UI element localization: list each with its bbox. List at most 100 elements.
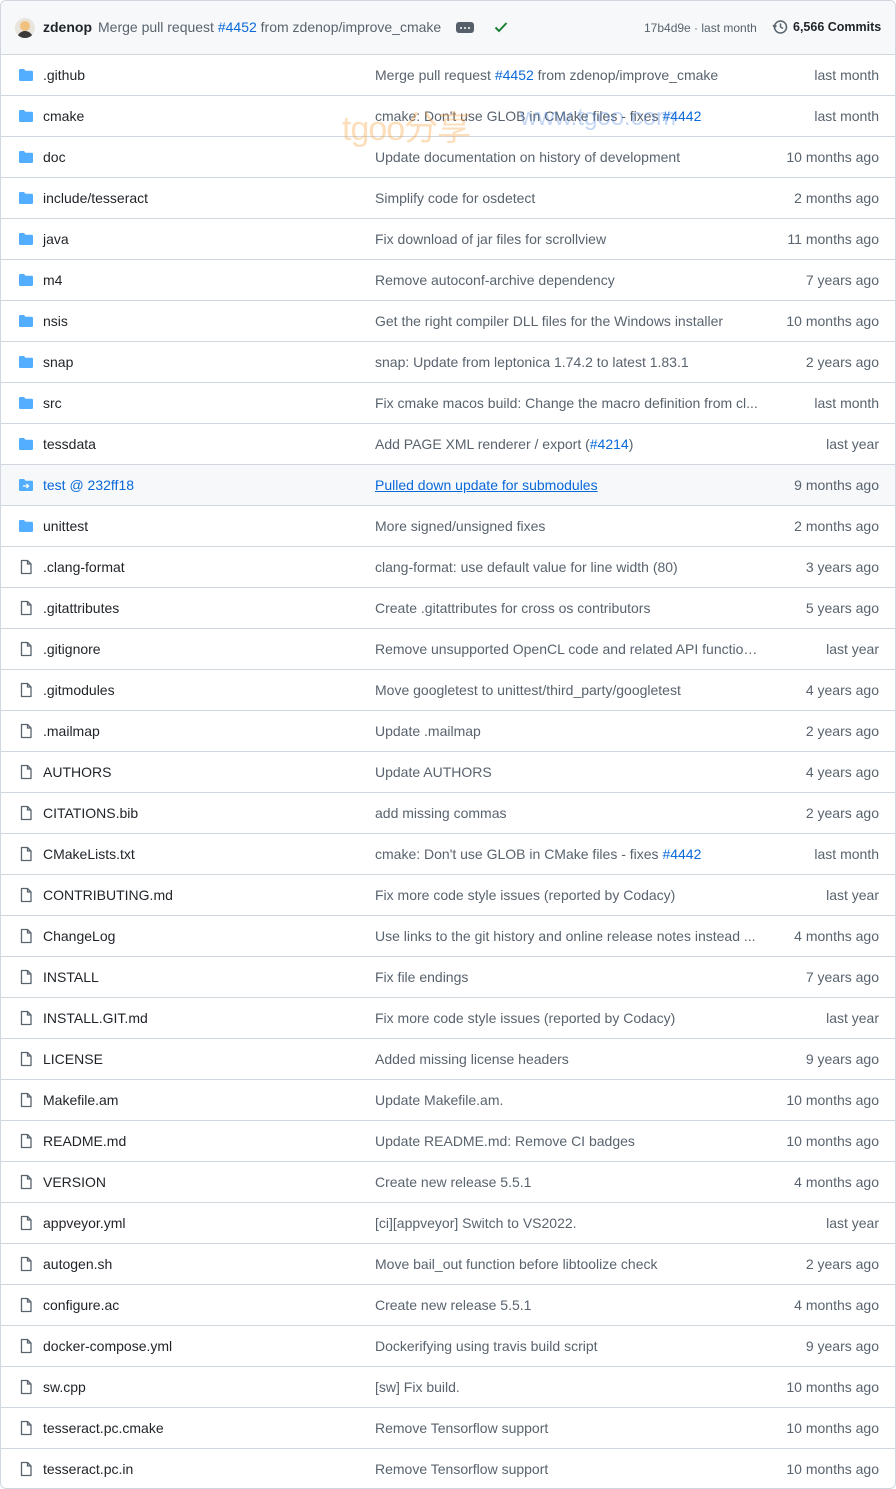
commit-message[interactable]: Merge pull request #4452 from zdenop/imp… xyxy=(98,19,441,35)
file-name-link[interactable]: .gitmodules xyxy=(43,682,115,698)
file-row[interactable]: VERSION Create new release 5.5.1 4 months … xyxy=(1,1162,895,1203)
file-row[interactable]: .gitattributes Create .gitattributes for … xyxy=(1,588,895,629)
commit-message-link[interactable]: Move googletest to unittest/third_party/… xyxy=(375,682,759,698)
file-row[interactable]: .mailmap Update .mailmap 2 years ago xyxy=(1,711,895,752)
file-name-link[interactable]: LICENSE xyxy=(43,1051,103,1067)
file-name-link[interactable]: INSTALL xyxy=(43,969,99,985)
commit-age[interactable]: 9 years ago xyxy=(806,1051,879,1067)
file-name-link[interactable]: CMakeLists.txt xyxy=(43,846,135,862)
file-row[interactable]: .gitignore Remove unsupported OpenCL code… xyxy=(1,629,895,670)
commit-age[interactable]: 2 years ago xyxy=(806,723,879,739)
file-name-link[interactable]: unittest xyxy=(43,518,88,534)
file-name-link[interactable]: cmake xyxy=(43,108,84,124)
file-name-link[interactable]: .github xyxy=(43,67,85,83)
file-row[interactable]: INSTALL Fix file endings 7 years ago xyxy=(1,957,895,998)
file-row[interactable]: AUTHORS Update AUTHORS 4 years ago xyxy=(1,752,895,793)
commit-message-link[interactable]: Use links to the git history and online … xyxy=(375,928,759,944)
commit-age[interactable]: 10 months ago xyxy=(786,313,879,329)
file-name-link[interactable]: ChangeLog xyxy=(43,928,115,944)
commit-age[interactable]: last year xyxy=(826,1010,879,1026)
commit-age[interactable]: 2 years ago xyxy=(806,805,879,821)
avatar[interactable] xyxy=(15,18,35,38)
commit-age[interactable]: 9 years ago xyxy=(806,1338,879,1354)
expand-message-button[interactable] xyxy=(456,22,474,33)
file-row[interactable]: .github Merge pull request #4452 from zde… xyxy=(1,55,895,96)
commit-age[interactable]: 3 years ago xyxy=(806,559,879,575)
commit-age[interactable]: 7 years ago xyxy=(806,969,879,985)
file-name-link[interactable]: tesseract.pc.in xyxy=(43,1461,133,1477)
issue-link[interactable]: #4442 xyxy=(662,846,701,862)
commit-message-link[interactable]: add missing commas xyxy=(375,805,759,821)
file-row[interactable]: configure.ac Create new release 5.5.1 4 mo… xyxy=(1,1285,895,1326)
commit-sha[interactable]: 17b4d9e · last month xyxy=(644,21,757,35)
commit-message-link[interactable]: Added missing license headers xyxy=(375,1051,759,1067)
commit-message-link[interactable]: Create new release 5.5.1 xyxy=(375,1174,759,1190)
commit-age[interactable]: 11 months ago xyxy=(787,231,879,247)
file-row[interactable]: CITATIONS.bib add missing commas 2 years a… xyxy=(1,793,895,834)
file-row[interactable]: .gitmodules Move googletest to unittest/t… xyxy=(1,670,895,711)
commit-message-link[interactable]: Merge pull request #4452 from zdenop/imp… xyxy=(375,67,759,83)
file-row[interactable]: appveyor.yml [ci][appveyor] Switch to VS2… xyxy=(1,1203,895,1244)
file-row[interactable]: cmake cmake: Don't use GLOB in CMake file… xyxy=(1,96,895,137)
file-row[interactable]: LICENSE Added missing license headers 9 ye… xyxy=(1,1039,895,1080)
commit-message-link[interactable]: Remove Tensorflow support xyxy=(375,1420,759,1436)
file-row[interactable]: autogen.sh Move bail_out function before … xyxy=(1,1244,895,1285)
issue-link[interactable]: #4214 xyxy=(590,436,629,452)
commit-message-link[interactable]: Remove unsupported OpenCL code and relat… xyxy=(375,641,759,657)
commit-message-link[interactable]: Move bail_out function before libtoolize… xyxy=(375,1256,759,1272)
file-row[interactable]: .clang-format clang-format: use default v… xyxy=(1,547,895,588)
commit-message-link[interactable]: Fix more code style issues (reported by … xyxy=(375,887,759,903)
commit-age[interactable]: 2 months ago xyxy=(794,190,879,206)
commit-message-link[interactable]: cmake: Don't use GLOB in CMake files - f… xyxy=(375,108,759,124)
commit-age[interactable]: 10 months ago xyxy=(786,1133,879,1149)
file-row[interactable]: sw.cpp [sw] Fix build. 10 months ago xyxy=(1,1367,895,1408)
file-name-link[interactable]: include/tesseract xyxy=(43,190,148,206)
file-name-link[interactable]: VERSION xyxy=(43,1174,106,1190)
file-name-link[interactable]: test @ 232ff18 xyxy=(43,477,134,493)
file-name-link[interactable]: CITATIONS.bib xyxy=(43,805,138,821)
file-row[interactable]: CONTRIBUTING.md Fix more code style issue… xyxy=(1,875,895,916)
file-name-link[interactable]: snap xyxy=(43,354,73,370)
commit-message-link[interactable]: snap: Update from leptonica 1.74.2 to la… xyxy=(375,354,759,370)
file-name-link[interactable]: .gitignore xyxy=(43,641,101,657)
file-row[interactable]: test @ 232ff18 Pulled down update for sub… xyxy=(1,465,895,506)
commits-count-link[interactable]: 6,566 Commits xyxy=(793,20,881,34)
commit-age[interactable]: 5 years ago xyxy=(806,600,879,616)
file-row[interactable]: tessdata Add PAGE XML renderer / export (… xyxy=(1,424,895,465)
file-row[interactable]: tesseract.pc.cmake Remove Tensorflow supp… xyxy=(1,1408,895,1449)
file-row[interactable]: tesseract.pc.in Remove Tensorflow support… xyxy=(1,1449,895,1488)
file-row[interactable]: doc Update documentation on history of de… xyxy=(1,137,895,178)
commit-message-link[interactable]: [sw] Fix build. xyxy=(375,1379,759,1395)
file-name-link[interactable]: .gitattributes xyxy=(43,600,119,616)
commit-message-link[interactable]: Pulled down update for submodules xyxy=(375,477,759,493)
pr-link[interactable]: #4452 xyxy=(218,19,257,35)
file-row[interactable]: INSTALL.GIT.md Fix more code style issues… xyxy=(1,998,895,1039)
file-name-link[interactable]: configure.ac xyxy=(43,1297,119,1313)
commit-message-link[interactable]: Update documentation on history of devel… xyxy=(375,149,759,165)
commit-age[interactable]: 4 months ago xyxy=(794,1174,879,1190)
file-row[interactable]: snap snap: Update from leptonica 1.74.2 t… xyxy=(1,342,895,383)
commit-age[interactable]: 10 months ago xyxy=(786,1092,879,1108)
file-name-link[interactable]: doc xyxy=(43,149,66,165)
commit-age[interactable]: 10 months ago xyxy=(786,1461,879,1477)
commit-age[interactable]: 10 months ago xyxy=(786,1420,879,1436)
file-row[interactable]: Makefile.am Update Makefile.am. 10 months … xyxy=(1,1080,895,1121)
commit-message-link[interactable]: Dockerifying using travis build script xyxy=(375,1338,759,1354)
commit-message-link[interactable]: Simplify code for osdetect xyxy=(375,190,759,206)
file-name-link[interactable]: .clang-format xyxy=(43,559,125,575)
commit-age[interactable]: 9 months ago xyxy=(794,477,879,493)
commit-message-link[interactable]: Update AUTHORS xyxy=(375,764,759,780)
commit-message-link[interactable]: Fix more code style issues (reported by … xyxy=(375,1010,759,1026)
commit-message-link[interactable]: cmake: Don't use GLOB in CMake files - f… xyxy=(375,846,759,862)
commit-message-link[interactable]: Create new release 5.5.1 xyxy=(375,1297,759,1313)
commit-message-link[interactable]: Fix download of jar files for scrollview xyxy=(375,231,759,247)
commit-age[interactable]: 10 months ago xyxy=(786,149,879,165)
commit-message-link[interactable]: [ci][appveyor] Switch to VS2022. xyxy=(375,1215,759,1231)
file-name-link[interactable]: appveyor.yml xyxy=(43,1215,125,1231)
check-icon[interactable] xyxy=(494,19,508,35)
issue-link[interactable]: #4442 xyxy=(662,108,701,124)
commit-message-link[interactable]: Update README.md: Remove CI badges xyxy=(375,1133,759,1149)
file-row[interactable]: README.md Update README.md: Remove CI bad… xyxy=(1,1121,895,1162)
file-row[interactable]: unittest More signed/unsigned fixes 2 mont… xyxy=(1,506,895,547)
file-name-link[interactable]: CONTRIBUTING.md xyxy=(43,887,173,903)
